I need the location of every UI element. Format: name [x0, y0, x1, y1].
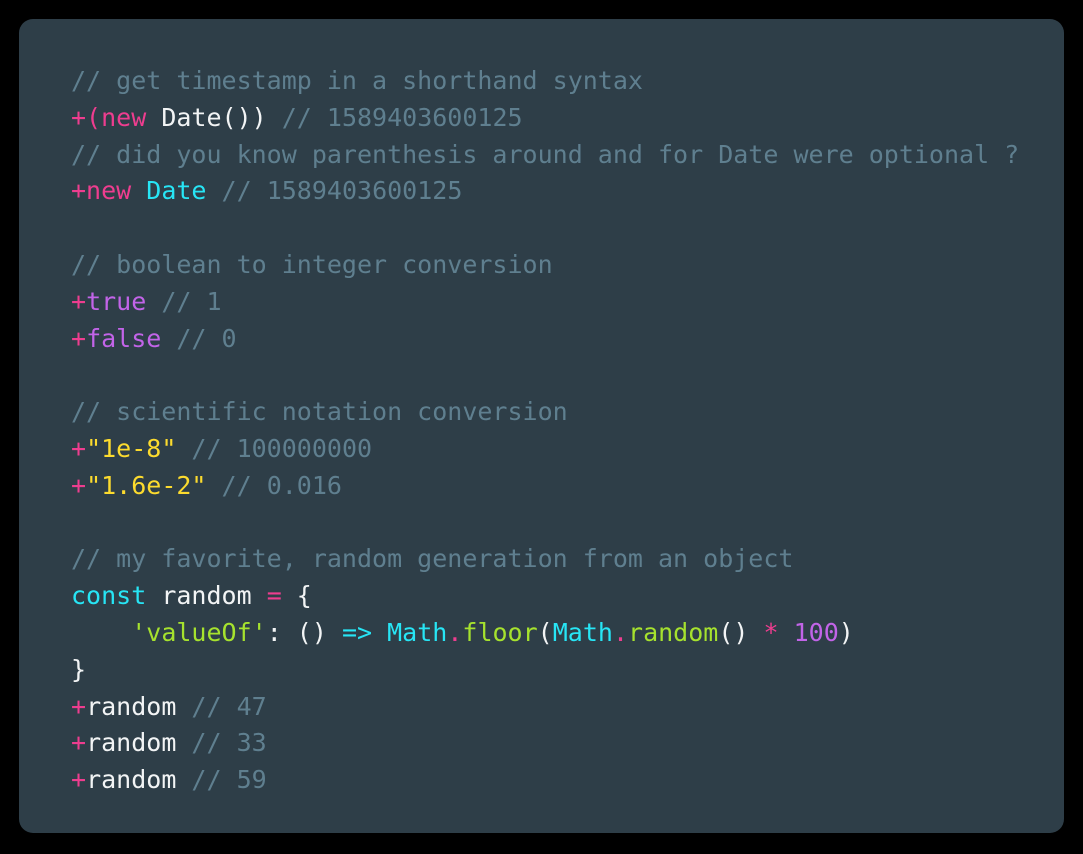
code-token-plain: ( [537, 617, 553, 647]
code-token-type: => [341, 617, 373, 647]
code-token-plain: Date()) [146, 102, 267, 132]
code-token-boolean: false [86, 323, 162, 353]
code-token-operator: +( [71, 102, 102, 132]
code-token-plain: random [146, 581, 267, 611]
code-token-plain: random [86, 728, 177, 758]
code-line: 'valueOf': () => Math.floor(Math.random(… [71, 615, 1064, 652]
code-line: +random // 47 [71, 689, 1064, 726]
code-token-plain: ) [838, 617, 854, 647]
code-line: } [71, 652, 1064, 689]
code-token-comment: // 59 [176, 765, 267, 795]
code-line: // boolean to integer conversion [71, 247, 1064, 284]
code-token-comment: // 47 [176, 691, 267, 721]
code-token-string: "1.6e-2" [86, 470, 207, 500]
code-token-property: 'valueOf' [131, 617, 267, 647]
code-token-operator: + [71, 433, 87, 463]
code-token-property: floor [462, 617, 538, 647]
code-token-property: random [628, 617, 719, 647]
code-window: // get timestamp in a shorthand syntax +(… [19, 19, 1064, 833]
code-line: // my favorite, random generation from a… [71, 541, 1064, 578]
code-line: +(new Date()) // 1589403600125 [71, 100, 1064, 137]
code-line: +"1.6e-2" // 0.016 [71, 468, 1064, 505]
code-token-comment: // my favorite, random generation from a… [71, 544, 794, 574]
code-token-comment: // 1589403600125 [266, 102, 523, 132]
code-token-operator: + [71, 728, 87, 758]
code-token-operator: + [71, 765, 87, 795]
code-token-comment: // did you know parenthesis around and f… [71, 139, 1020, 169]
code-token-plain: () [718, 617, 764, 647]
code-token-operator: + [71, 323, 87, 353]
code-token-operator: . [447, 617, 463, 647]
code-token-plain: { [281, 581, 312, 611]
code-token-comment: // 0 [161, 323, 237, 353]
code-line: +random // 33 [71, 725, 1064, 762]
code-token-type: Math [552, 617, 613, 647]
code-line: const random = { [71, 578, 1064, 615]
code-token-plain: random [86, 765, 177, 795]
code-line: +"1e-8" // 100000000 [71, 431, 1064, 468]
code-token-plain: } [71, 654, 87, 684]
code-token-operator: + [71, 691, 87, 721]
code-token-operator: + [71, 286, 87, 316]
code-token-comment: // 1589403600125 [206, 176, 463, 206]
code-token-comment: // get timestamp in a shorthand syntax [71, 66, 643, 95]
code-token-keyword: new [101, 102, 147, 132]
code-token-operator: * [763, 617, 779, 647]
code-token-type: Date [146, 176, 207, 206]
code-block[interactable]: // get timestamp in a shorthand syntax +(… [71, 63, 1064, 799]
code-token-operator: . [612, 617, 629, 647]
code-token-number: 100 [793, 617, 839, 647]
code-token-comment: // 33 [176, 728, 267, 758]
code-token-plain: random [86, 691, 177, 721]
code-token-comment: // scientific notation conversion [71, 397, 568, 427]
code-token-type: const [71, 581, 147, 611]
code-token-comment: // 1 [146, 286, 222, 316]
code-token-operator: = [266, 581, 282, 611]
code-token-string: "1e-8" [86, 433, 177, 463]
code-line: // did you know parenthesis around and f… [71, 137, 1064, 174]
code-line: // scientific notation conversion [71, 394, 1064, 431]
code-line: +true // 1 [71, 284, 1064, 321]
code-line: +false // 0 [71, 321, 1064, 358]
code-token-operator: + [71, 470, 87, 500]
code-token-keyword: +new [71, 176, 132, 206]
code-line: +random // 59 [71, 762, 1064, 799]
code-token-comment: // 0.016 [206, 470, 342, 500]
code-line: +new Date // 1589403600125 [71, 173, 1064, 210]
code-token-comment: // 100000000 [176, 433, 373, 463]
code-token-plain: : () [266, 617, 342, 647]
code-token-comment: // boolean to integer conversion [71, 249, 553, 279]
code-token-type: Math [387, 617, 448, 647]
code-token-boolean: true [86, 286, 147, 316]
code-line: // get timestamp in a shorthand syntax [71, 63, 1064, 100]
